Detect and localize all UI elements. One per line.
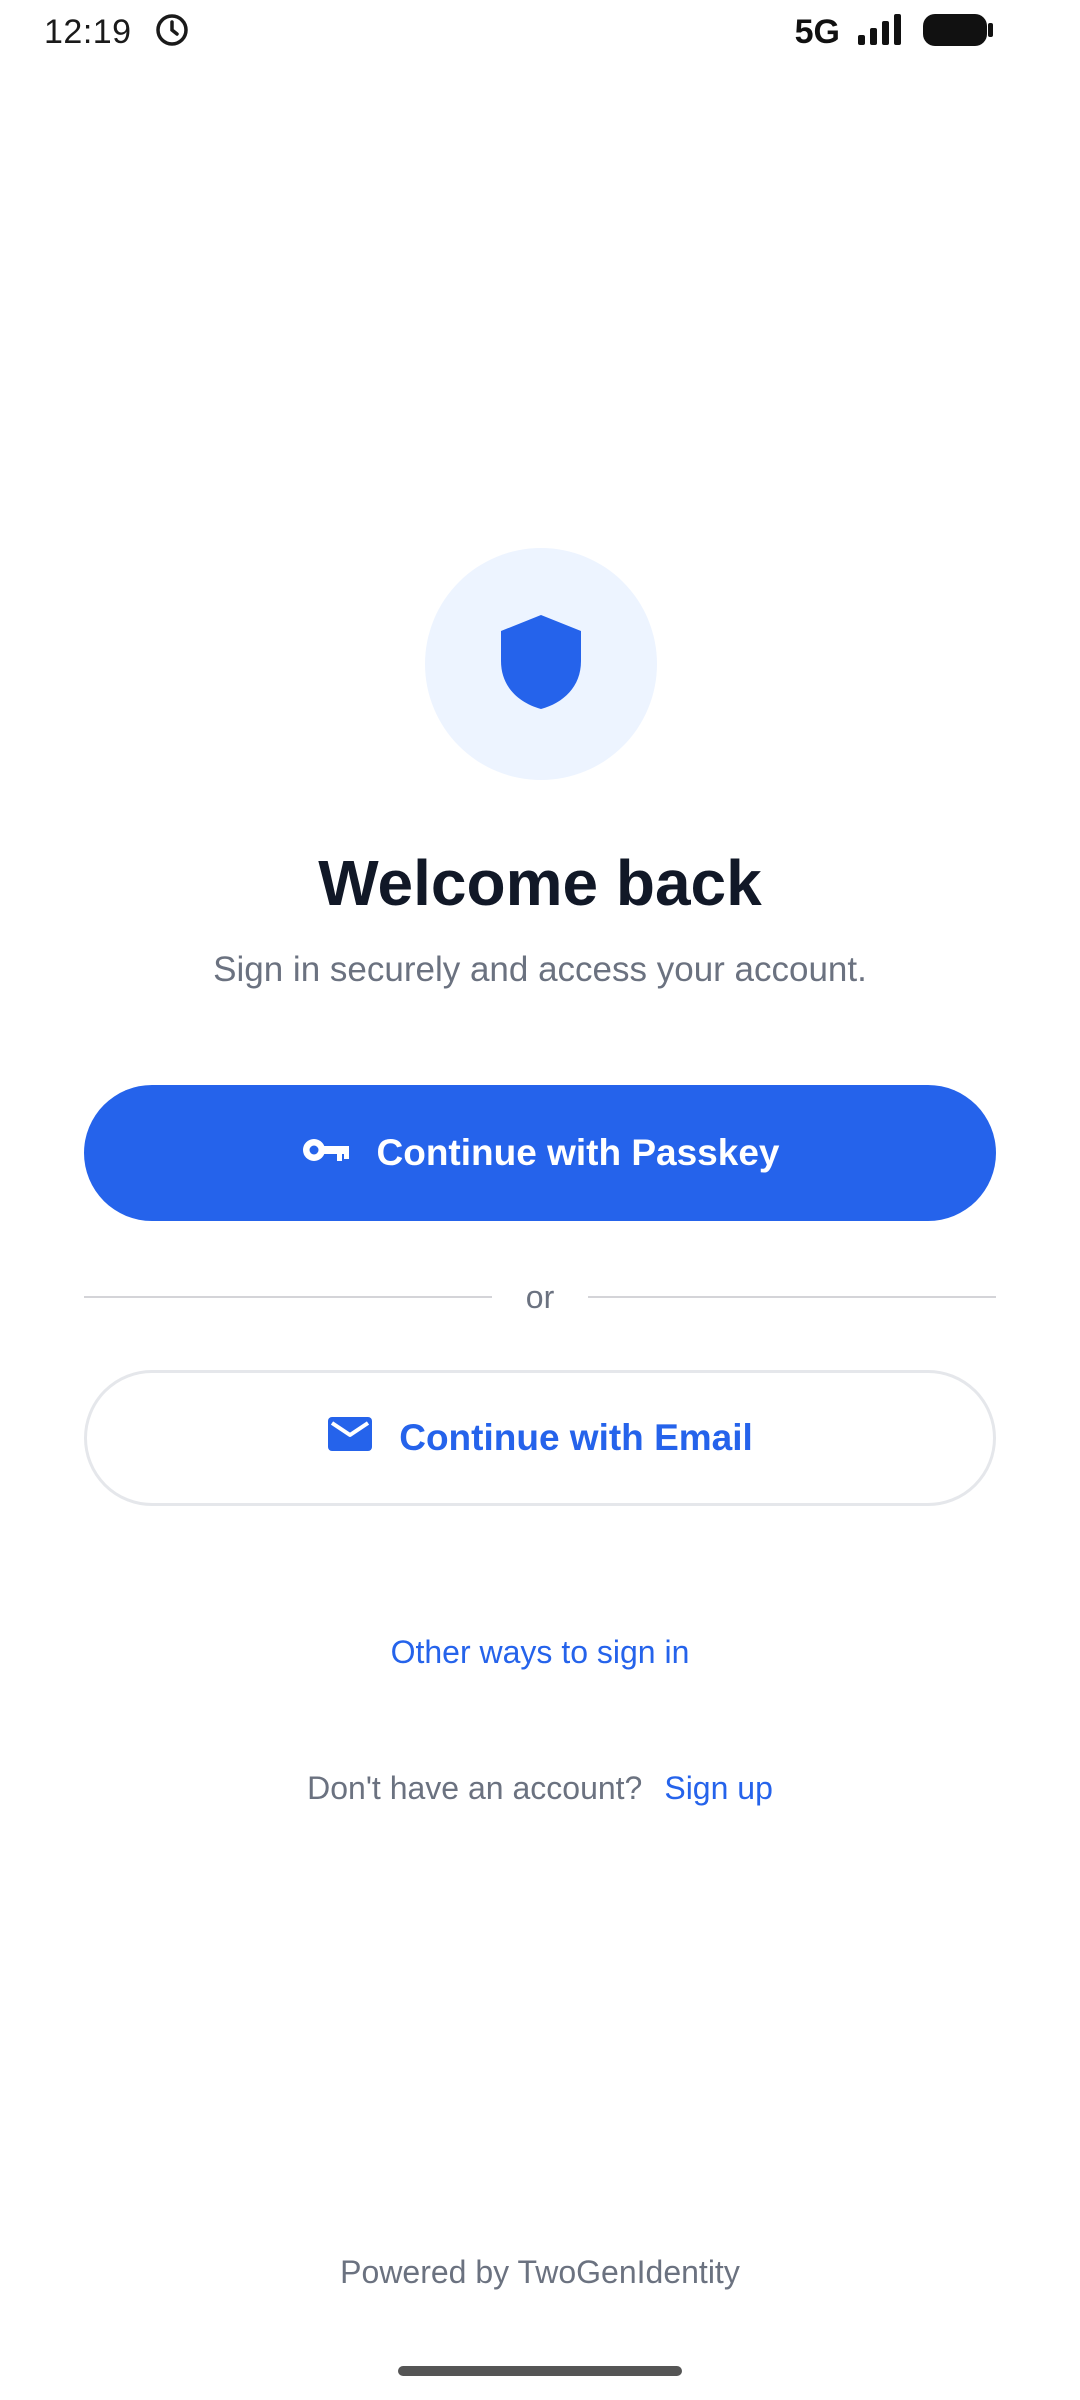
signal-icon — [856, 13, 906, 52]
email-button-label: Continue with Email — [399, 1417, 753, 1458]
alarm-clock-icon — [154, 12, 190, 53]
passkey-button-label: Continue with Passkey — [376, 1132, 780, 1173]
status-left: 12:19 — [44, 12, 190, 53]
battery-icon — [922, 12, 994, 53]
powered-by-footer: Powered by TwoGenIdentity — [340, 2254, 740, 2290]
mail-icon — [327, 1416, 373, 1461]
status-bar: 12:19 5G — [0, 0, 1080, 64]
sign-in-screen: 12:19 5G Welcome back Sign in securely a… — [0, 0, 1080, 2400]
continue-with-passkey-button[interactable]: Continue with Passkey — [84, 1085, 996, 1221]
divider-line-right — [588, 1296, 996, 1298]
key-icon — [301, 1132, 351, 1174]
or-divider: or — [84, 1272, 996, 1322]
divider-label: or — [525, 1278, 555, 1315]
sign-up-link[interactable]: Sign up — [664, 1770, 773, 1807]
status-time: 12:19 — [44, 12, 132, 51]
network-type: 5G — [794, 12, 840, 51]
other-ways-link[interactable]: Other ways to sign in — [0, 1634, 1080, 1671]
signup-prompt: Don't have an account? — [307, 1770, 643, 1806]
page-title: Welcome back — [318, 847, 762, 919]
continue-with-email-button[interactable]: Continue with Email — [84, 1370, 996, 1506]
hero-badge — [425, 548, 657, 780]
divider-line-left — [84, 1296, 492, 1298]
signup-row: Don't have an account? Sign up — [0, 1770, 1080, 1807]
home-indicator[interactable] — [398, 2366, 682, 2376]
page-subtitle: Sign in securely and access your account… — [213, 950, 867, 989]
shield-icon — [499, 613, 583, 716]
status-right: 5G — [795, 12, 994, 53]
